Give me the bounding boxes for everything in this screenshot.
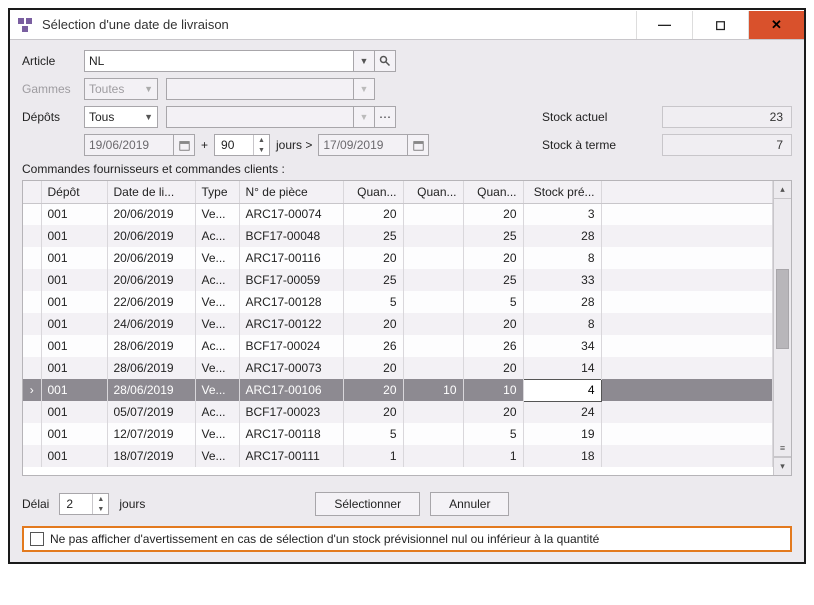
end-date-calendar-icon[interactable] bbox=[407, 134, 429, 156]
col-stock[interactable]: Stock pré... bbox=[523, 181, 601, 203]
table-row[interactable]: 00105/07/2019Ac...BCF17-00023202024 bbox=[23, 401, 773, 423]
gammes-label: Gammes bbox=[22, 82, 84, 96]
row-marker bbox=[23, 335, 41, 357]
scroll-up-icon[interactable]: ▴ bbox=[774, 181, 791, 199]
row-marker: › bbox=[23, 379, 41, 401]
row-marker bbox=[23, 247, 41, 269]
row-marker bbox=[23, 445, 41, 467]
delai-down-icon[interactable]: ▼ bbox=[93, 504, 108, 514]
window-title: Sélection d'une date de livraison bbox=[42, 17, 636, 32]
depots-label: Dépôts bbox=[22, 110, 84, 124]
stock-terme-label: Stock à terme bbox=[542, 138, 662, 152]
depots-detail-dropdown-icon[interactable]: ▼ bbox=[353, 106, 375, 128]
minimize-button[interactable]: — bbox=[636, 11, 692, 39]
dialog-window: Sélection d'une date de livraison — ◻ ✕ … bbox=[8, 8, 806, 564]
stock-terme-value: 7 bbox=[662, 134, 792, 156]
table-row[interactable]: 00120/06/2019Ac...BCF17-00048252528 bbox=[23, 225, 773, 247]
row-marker bbox=[23, 423, 41, 445]
delai-label: Délai bbox=[22, 497, 49, 511]
col-type[interactable]: Type bbox=[195, 181, 239, 203]
table-row[interactable]: 00124/06/2019Ve...ARC17-0012220208 bbox=[23, 313, 773, 335]
table-header-row: Dépôt Date de li... Type N° de pièce Qua… bbox=[23, 181, 773, 203]
app-icon bbox=[16, 16, 34, 34]
days-unit-label: jours > bbox=[276, 138, 312, 152]
article-search-icon[interactable] bbox=[374, 50, 396, 72]
row-marker bbox=[23, 203, 41, 225]
table-row[interactable]: 00118/07/2019Ve...ARC17-001111118 bbox=[23, 445, 773, 467]
row-marker bbox=[23, 401, 41, 423]
table-row[interactable]: 00128/06/2019Ac...BCF17-00024262634 bbox=[23, 335, 773, 357]
close-button[interactable]: ✕ bbox=[748, 11, 804, 39]
form-area: Article NL ▼ Gammes Toutes ▼ ▼ Dépôts To bbox=[10, 40, 804, 156]
scroll-thumb[interactable] bbox=[776, 269, 789, 349]
orders-grid: Dépôt Date de li... Type N° de pièce Qua… bbox=[22, 180, 792, 476]
row-marker bbox=[23, 225, 41, 247]
grid-title: Commandes fournisseurs et commandes clie… bbox=[22, 162, 792, 176]
days-down-icon[interactable]: ▼ bbox=[254, 145, 269, 155]
col-q2[interactable]: Quan... bbox=[403, 181, 463, 203]
table-row[interactable]: 00122/06/2019Ve...ARC17-001285528 bbox=[23, 291, 773, 313]
warning-option-row: Ne pas afficher d'avertissement en cas d… bbox=[22, 526, 792, 552]
depots-select[interactable]: Tous ▼ bbox=[84, 106, 158, 128]
titlebar: Sélection d'une date de livraison — ◻ ✕ bbox=[10, 10, 804, 40]
table-row[interactable]: 00112/07/2019Ve...ARC17-001185519 bbox=[23, 423, 773, 445]
col-depot[interactable]: Dépôt bbox=[41, 181, 107, 203]
stock-actuel-value: 23 bbox=[662, 106, 792, 128]
cancel-button[interactable]: Annuler bbox=[430, 492, 509, 516]
end-date-input[interactable]: 17/09/2019 bbox=[318, 134, 408, 156]
row-marker bbox=[23, 291, 41, 313]
gammes-detail-dropdown-icon: ▼ bbox=[353, 78, 375, 100]
start-date-input[interactable]: 19/06/2019 bbox=[84, 134, 174, 156]
delai-up-icon[interactable]: ▲ bbox=[93, 494, 108, 504]
article-label: Article bbox=[22, 54, 84, 68]
days-spinner[interactable]: 90 ▲ ▼ bbox=[214, 134, 270, 156]
gammes-detail bbox=[166, 78, 354, 100]
row-marker bbox=[23, 269, 41, 291]
depots-detail bbox=[166, 106, 354, 128]
maximize-button[interactable]: ◻ bbox=[692, 11, 748, 39]
depots-more-icon[interactable]: ⋯ bbox=[374, 106, 396, 128]
article-dropdown-icon[interactable]: ▼ bbox=[353, 50, 375, 72]
select-button[interactable]: Sélectionner bbox=[315, 492, 420, 516]
row-marker bbox=[23, 357, 41, 379]
delai-spinner[interactable]: 2 ▲ ▼ bbox=[59, 493, 109, 515]
table-row[interactable]: 00120/06/2019Ac...BCF17-00059252533 bbox=[23, 269, 773, 291]
table-row[interactable]: ›00128/06/2019Ve...ARC17-001062010104 bbox=[23, 379, 773, 401]
col-q1[interactable]: Quan... bbox=[343, 181, 403, 203]
table-row[interactable]: 00120/06/2019Ve...ARC17-0007420203 bbox=[23, 203, 773, 225]
vertical-scrollbar[interactable]: ▴ ≡ ▾ bbox=[773, 181, 791, 475]
table-row[interactable]: 00128/06/2019Ve...ARC17-00073202014 bbox=[23, 357, 773, 379]
delai-unit-label: jours bbox=[119, 497, 145, 511]
days-up-icon[interactable]: ▲ bbox=[254, 135, 269, 145]
col-q3[interactable]: Quan... bbox=[463, 181, 523, 203]
start-date-calendar-icon[interactable] bbox=[173, 134, 195, 156]
scroll-down-icon[interactable]: ▾ bbox=[774, 457, 791, 475]
gammes-select: Toutes ▼ bbox=[84, 78, 158, 100]
col-date[interactable]: Date de li... bbox=[107, 181, 195, 203]
date-range-row: 19/06/2019 + 90 ▲ ▼ jours > 17/09/2019 bbox=[84, 134, 429, 156]
warning-label[interactable]: Ne pas afficher d'avertissement en cas d… bbox=[50, 532, 599, 546]
article-input[interactable]: NL bbox=[84, 50, 354, 72]
plus-label: + bbox=[201, 138, 208, 152]
row-marker bbox=[23, 313, 41, 335]
footer: Délai 2 ▲ ▼ jours Sélectionner Annuler bbox=[10, 486, 804, 526]
col-piece[interactable]: N° de pièce bbox=[239, 181, 343, 203]
warning-checkbox[interactable] bbox=[30, 532, 44, 546]
scroll-mark-icon[interactable]: ≡ bbox=[774, 439, 791, 457]
table-row[interactable]: 00120/06/2019Ve...ARC17-0011620208 bbox=[23, 247, 773, 269]
stock-actuel-label: Stock actuel bbox=[542, 110, 662, 124]
